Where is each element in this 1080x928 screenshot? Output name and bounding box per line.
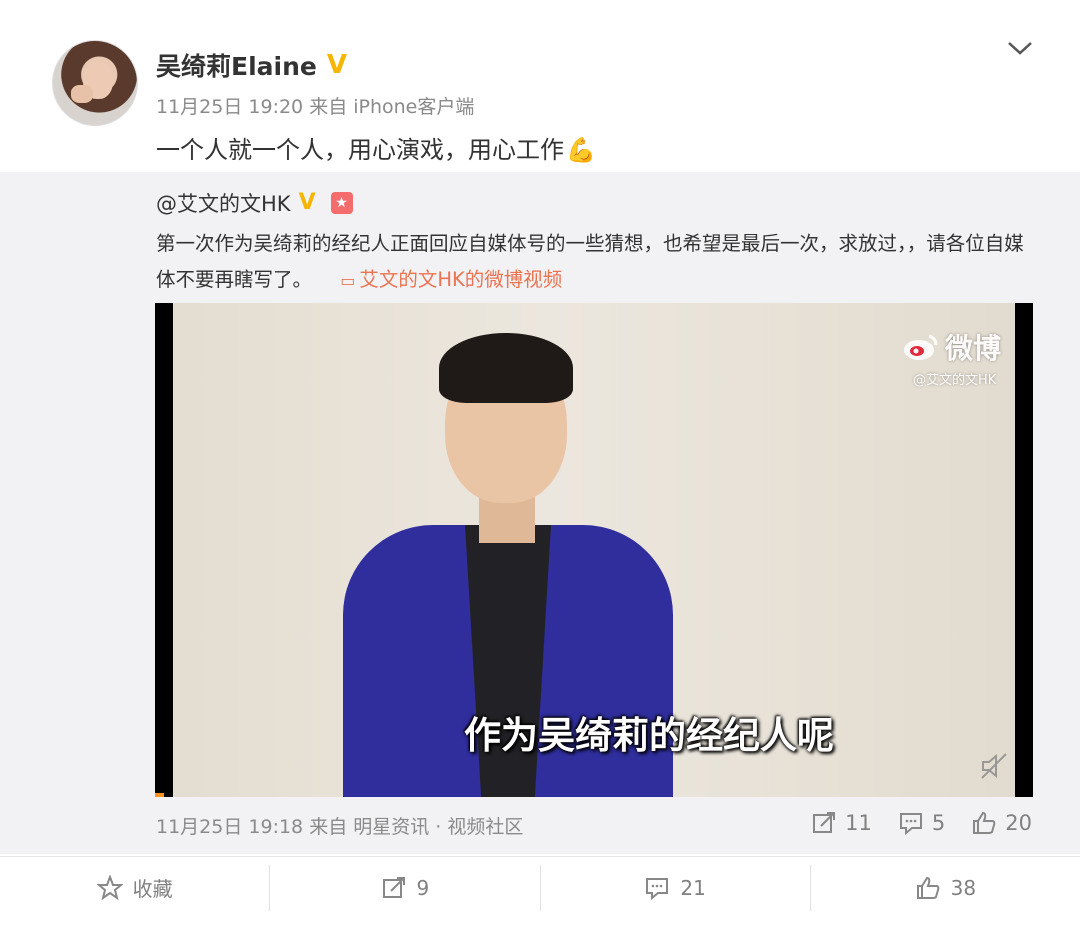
comment-button[interactable]: 21 [539,864,810,911]
repost-like-count: 20 [1005,811,1032,835]
video-frame: 微博 @艾文的文HK 作为吴绮莉的经纪人呢 [173,303,1015,797]
video-person-hair [439,333,573,403]
repost-comment-count: 5 [931,811,946,835]
repost-icon [813,812,836,833]
video-subtitle: 作为吴绮莉的经纪人呢 [464,714,834,757]
post-text: 一个人就一个人，用心演戏，用心工作💪 [156,130,596,165]
comment-count: 21 [680,875,706,900]
repost-stats: 11 5 20 [811,810,1032,836]
weibo-watermark: 微博 @艾文的文HK [903,327,1001,388]
repost-icon [382,876,405,898]
verified-v-icon: V [326,50,347,80]
video-link[interactable]: ▭ 艾文的文HK的微博视频 [340,268,562,291]
like-button[interactable]: 38 [809,864,1080,911]
mute-icon[interactable] [979,751,1009,781]
repost-repost-count: 11 [845,811,872,835]
repost-text: 第一次作为吴绮莉的经纪人正面回应自媒体号的一些猜想，也希望是最后一次，求放过，，… [156,226,1036,299]
repost-like-stat[interactable]: 20 [971,810,1032,836]
action-bar: 收藏 9 21 38 [0,856,1080,918]
repost-button[interactable]: 9 [269,864,539,911]
favorite-label: 收藏 [132,877,173,901]
repost-repost-stat[interactable]: 11 [811,810,872,836]
video-link-icon: ▭ [340,271,356,290]
repost-comment-stat[interactable]: 5 [898,810,945,836]
weibo-logo: 微博 [903,327,1001,367]
author-name[interactable]: 吴绮莉Elaine [156,47,317,83]
comment-icon [646,877,669,900]
avatar-hand [71,85,93,103]
post-meta: 11月25日 19:20 来自 iPhone客户端 [156,96,475,118]
muscle-emoji-icon: 💪 [566,136,596,164]
video-link-label: 艾文的文HK的微博视频 [359,268,563,291]
comment-icon [899,813,922,836]
like-count: 38 [950,875,977,900]
watermark-handle: @艾文的文HK [913,373,997,388]
favorite-button[interactable]: 收藏 [0,865,269,911]
post-text-content: 一个人就一个人，用心演戏，用心工作 [156,136,564,164]
weibo-post-card: 吴绮莉Elaine V 11月25日 19:20 来自 iPhone客户端 一个… [0,0,1080,928]
repost-text-content: 第一次作为吴绮莉的经纪人正面回应自媒体号的一些猜想，也希望是最后一次，求放过，，… [156,232,1024,291]
watermark-logo-text: 微博 [945,332,1002,365]
star-icon [96,874,123,900]
author-name-row: 吴绮莉Elaine V [156,47,351,83]
repost-author-row: @艾文的文HK V ★ [156,188,353,218]
thumbs-up-icon [973,811,996,834]
video-player[interactable]: 微博 @艾文的文HK 作为吴绮莉的经纪人呢 [155,303,1033,797]
author-avatar[interactable] [52,40,138,126]
verified-v-icon: V [298,190,316,215]
thumbs-up-icon [916,876,939,899]
repost-author-name[interactable]: @艾文的文HK [156,188,291,218]
member-badge-icon: ★ [330,192,353,214]
video-progress-bar[interactable] [155,793,164,797]
chevron-down-icon[interactable] [1004,32,1036,64]
repost-count: 9 [416,875,430,900]
repost-meta: 11月25日 19:18 来自 明星资讯 · 视频社区 [156,816,524,838]
weibo-eye-icon [904,334,938,360]
